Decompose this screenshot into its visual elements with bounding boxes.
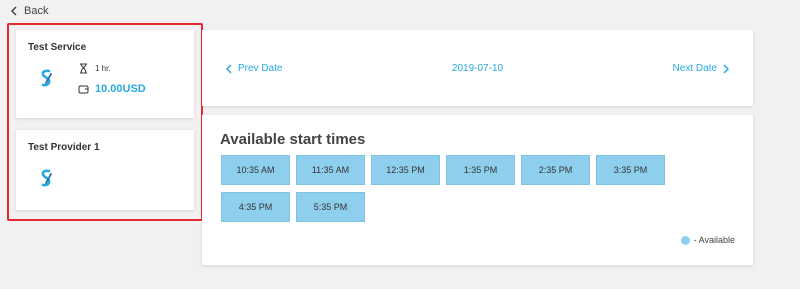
prev-date-button[interactable]: Prev Date xyxy=(226,63,282,74)
time-slot[interactable]: 1:35 PM xyxy=(446,155,515,185)
selection-highlight xyxy=(7,23,203,221)
available-times-panel: Available start times 10:35 AM 11:35 AM … xyxy=(202,115,753,265)
chevron-right-icon xyxy=(723,63,729,74)
legend-label: - Available xyxy=(693,235,735,245)
time-slot[interactable]: 2:35 PM xyxy=(521,155,590,185)
chevron-left-icon xyxy=(10,6,17,16)
time-slot[interactable]: 12:35 PM xyxy=(371,155,440,185)
time-slot[interactable]: 5:35 PM xyxy=(296,192,365,222)
next-date-button[interactable]: Next Date xyxy=(673,63,729,74)
date-navigator: 2019-07-10 Prev Date Next Date xyxy=(202,30,753,106)
time-slot[interactable]: 10:35 AM xyxy=(221,155,290,185)
current-date: 2019-07-10 xyxy=(451,63,504,74)
time-slot[interactable]: 4:35 PM xyxy=(221,192,290,222)
time-slot[interactable]: 3:35 PM xyxy=(596,155,665,185)
times-title: Available start times xyxy=(220,131,366,148)
chevron-left-icon xyxy=(226,63,232,74)
time-slot-list: 10:35 AM 11:35 AM 12:35 PM 1:35 PM 2:35 … xyxy=(221,155,691,222)
next-date-label: Next Date xyxy=(672,63,717,74)
prev-date-label: Prev Date xyxy=(238,63,283,74)
time-slot[interactable]: 11:35 AM xyxy=(296,155,365,185)
back-link[interactable]: Back xyxy=(10,5,48,17)
back-label: Back xyxy=(24,5,49,17)
availability-legend: - Available xyxy=(680,235,735,245)
available-dot-icon xyxy=(680,235,690,245)
